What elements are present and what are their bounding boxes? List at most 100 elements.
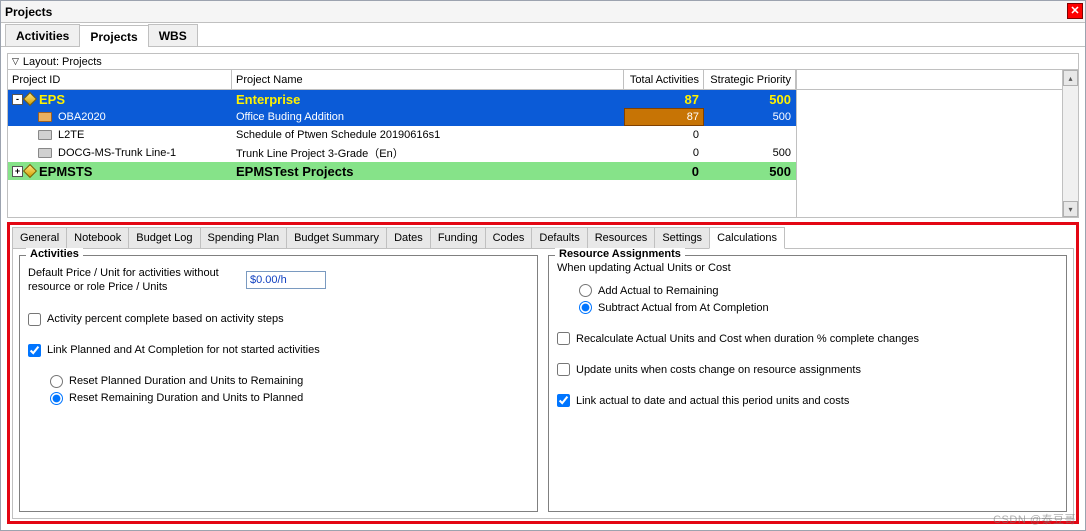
table-row[interactable]: OBA2020 Office Buding Addition 87 500 <box>8 108 796 126</box>
folder-icon <box>38 112 52 122</box>
tab-spending-plan[interactable]: Spending Plan <box>200 227 288 249</box>
chk-activity-steps[interactable]: Activity percent complete based on activ… <box>28 313 529 326</box>
cell-pid: EPMSTS <box>39 164 92 179</box>
table-row[interactable]: - EPS Enterprise 87 500 <box>8 90 796 108</box>
cell-pname: Enterprise <box>232 90 624 108</box>
radio[interactable] <box>50 392 63 405</box>
cell-pid: DOCG-MS-Trunk Line-1 <box>58 147 176 159</box>
folder-icon <box>38 148 52 158</box>
tab-funding[interactable]: Funding <box>430 227 486 249</box>
layout-label: Layout: Projects <box>23 56 102 68</box>
checkbox[interactable] <box>557 394 570 407</box>
chk-label: Recalculate Actual Units and Cost when d… <box>576 333 919 345</box>
grid-right-pane <box>796 70 1062 217</box>
tab-settings[interactable]: Settings <box>654 227 710 249</box>
collapse-icon[interactable]: - <box>12 94 23 105</box>
cell-pname: EPMSTest Projects <box>232 162 624 180</box>
cell-sp: 500 <box>704 108 796 126</box>
rdo-subtract-actual[interactable]: Subtract Actual from At Completion <box>579 301 1058 314</box>
radio[interactable] <box>50 375 63 388</box>
grid-body: - EPS Enterprise 87 500 <box>8 90 796 217</box>
tab-activities[interactable]: Activities <box>5 24 80 46</box>
checkbox[interactable] <box>28 344 41 357</box>
table-row[interactable]: L2TE Schedule of Ptwen Schedule 20190616… <box>8 126 796 144</box>
chk-link-actual[interactable]: Link actual to date and actual this peri… <box>557 394 1058 407</box>
col-project-name[interactable]: Project Name <box>232 70 624 89</box>
radio[interactable] <box>579 301 592 314</box>
table-row[interactable]: + EPMSTS EPMSTest Projects 0 500 <box>8 162 796 180</box>
layout-header[interactable]: ▽ Layout: Projects <box>8 54 1078 70</box>
col-strategic-priority[interactable]: Strategic Priority <box>704 70 796 89</box>
close-icon[interactable]: ✕ <box>1067 3 1083 19</box>
tab-notebook[interactable]: Notebook <box>66 227 129 249</box>
detail-panel: General Notebook Budget Log Spending Pla… <box>7 222 1079 524</box>
cell-pid: OBA2020 <box>58 111 106 123</box>
chevron-down-icon: ▽ <box>12 56 19 67</box>
cell-sp: 500 <box>704 144 796 162</box>
tab-projects[interactable]: Projects <box>79 25 148 47</box>
cell-ta: 87 <box>624 90 704 108</box>
radio[interactable] <box>579 284 592 297</box>
cell-ta: 0 <box>624 126 704 144</box>
chk-recalculate[interactable]: Recalculate Actual Units and Cost when d… <box>557 332 1058 345</box>
resource-assignments-fieldset: Resource Assignments When updating Actua… <box>548 255 1067 512</box>
activities-fieldset: Activities Default Price / Unit for acti… <box>19 255 538 512</box>
tab-codes[interactable]: Codes <box>485 227 533 249</box>
main-tabstrip: Activities Projects WBS <box>1 23 1085 47</box>
tab-defaults[interactable]: Defaults <box>531 227 587 249</box>
chk-label: Link Planned and At Completion for not s… <box>47 344 320 356</box>
cell-sp: 500 <box>704 90 796 108</box>
tab-dates[interactable]: Dates <box>386 227 431 249</box>
eps-icon <box>23 164 37 178</box>
tab-wbs[interactable]: WBS <box>148 24 198 46</box>
cell-sp <box>704 126 796 144</box>
rdo-add-actual[interactable]: Add Actual to Remaining <box>579 284 1058 297</box>
watermark: CSDN @泰豆哥 <box>993 511 1076 527</box>
tab-general[interactable]: General <box>12 227 67 249</box>
rdo-label: Reset Planned Duration and Units to Rema… <box>69 375 303 387</box>
scroll-down-icon[interactable]: ▾ <box>1063 201 1078 217</box>
tab-calculations[interactable]: Calculations <box>709 227 785 249</box>
rdo-label: Reset Remaining Duration and Units to Pl… <box>69 392 303 404</box>
cell-sp: 500 <box>704 162 796 180</box>
cell-pid: L2TE <box>58 129 84 141</box>
detail-tabstrip: General Notebook Budget Log Spending Pla… <box>12 227 1074 249</box>
rdo-label: Subtract Actual from At Completion <box>598 302 769 314</box>
folder-icon <box>38 130 52 140</box>
when-updating-label: When updating Actual Units or Cost <box>557 262 1058 274</box>
price-per-unit-input[interactable] <box>246 271 326 289</box>
chk-update-units[interactable]: Update units when costs change on resour… <box>557 363 1058 376</box>
tab-resources[interactable]: Resources <box>587 227 656 249</box>
table-row[interactable]: DOCG-MS-Trunk Line-1 Trunk Line Project … <box>8 144 796 162</box>
col-project-id[interactable]: Project ID <box>8 70 232 89</box>
rdo-label: Add Actual to Remaining <box>598 285 718 297</box>
rdo-reset-remaining[interactable]: Reset Remaining Duration and Units to Pl… <box>50 392 529 405</box>
checkbox[interactable] <box>557 332 570 345</box>
vertical-scrollbar[interactable]: ▴ ▾ <box>1062 70 1078 217</box>
cell-ta: 0 <box>624 162 704 180</box>
scroll-up-icon[interactable]: ▴ <box>1063 70 1078 86</box>
rdo-reset-planned[interactable]: Reset Planned Duration and Units to Rema… <box>50 375 529 388</box>
chk-label: Activity percent complete based on activ… <box>47 313 284 325</box>
chk-link-planned[interactable]: Link Planned and At Completion for not s… <box>28 344 529 357</box>
cell-pid: EPS <box>39 92 65 107</box>
cell-ta: 87 <box>624 108 704 126</box>
window-titlebar: Projects ✕ <box>1 1 1085 23</box>
window-title: Projects <box>5 5 52 19</box>
tab-budget-log[interactable]: Budget Log <box>128 227 200 249</box>
col-total-activities[interactable]: Total Activities <box>624 70 704 89</box>
activities-legend: Activities <box>26 248 83 260</box>
tab-budget-summary[interactable]: Budget Summary <box>286 227 387 249</box>
resources-legend: Resource Assignments <box>555 248 685 260</box>
cell-pname: Schedule of Ptwen Schedule 20190616s1 <box>232 126 624 144</box>
cell-ta: 0 <box>624 144 704 162</box>
cell-pname: Trunk Line Project 3-Grade（En） <box>232 144 624 162</box>
checkbox[interactable] <box>557 363 570 376</box>
projects-grid-panel: ▽ Layout: Projects Project ID Project Na… <box>7 53 1079 218</box>
chk-label: Update units when costs change on resour… <box>576 364 861 376</box>
checkbox[interactable] <box>28 313 41 326</box>
cell-pname: Office Buding Addition <box>232 108 624 126</box>
grid-header: Project ID Project Name Total Activities… <box>8 70 796 90</box>
expand-icon[interactable]: + <box>12 166 23 177</box>
eps-icon <box>23 92 37 106</box>
